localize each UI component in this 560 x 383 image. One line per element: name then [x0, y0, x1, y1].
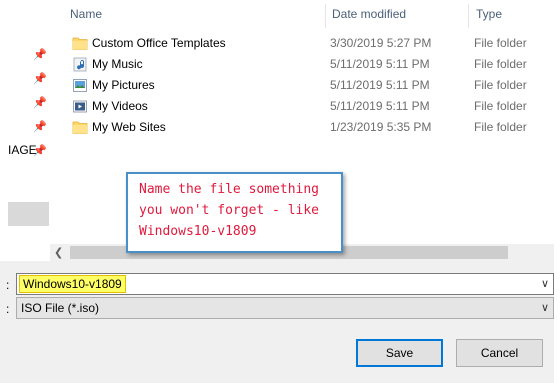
annotation-line: Windows10-v1809	[139, 224, 257, 239]
file-row[interactable]: My Videos 5/11/2019 5:11 PM File folder	[68, 96, 558, 117]
save-as-type-label: :	[6, 302, 10, 316]
file-date-modified: 3/30/2019 5:27 PM	[330, 36, 432, 50]
pin-icon[interactable]: 📌	[33, 97, 47, 109]
file-date-modified: 1/23/2019 5:35 PM	[330, 120, 432, 134]
file-date-modified: 5/11/2019 5:11 PM	[330, 57, 430, 71]
save-as-type-value[interactable]: ISO File (*.iso)	[21, 301, 99, 315]
file-row[interactable]: My Web Sites 1/23/2019 5:35 PM File folder	[68, 117, 558, 138]
file-name[interactable]: My Web Sites	[92, 120, 166, 134]
save-button[interactable]: Save	[356, 339, 443, 367]
file-row[interactable]: Custom Office Templates 3/30/2019 5:27 PM…	[68, 33, 558, 54]
file-name[interactable]: Custom Office Templates	[92, 36, 226, 50]
file-name[interactable]: My Pictures	[92, 78, 155, 92]
file-date-modified: 5/11/2019 5:11 PM	[330, 99, 430, 113]
annotation-line: you won't forget - like	[139, 203, 320, 218]
chevron-down-icon[interactable]: ∨	[541, 277, 549, 290]
column-header-type[interactable]: Type	[456, 0, 556, 28]
pictures-folder-icon	[72, 78, 88, 93]
navigation-pane: 📌 📌 📌 📌 IAGE 📌	[0, 0, 50, 244]
file-row[interactable]: My Music 5/11/2019 5:11 PM File folder	[68, 54, 558, 75]
file-name[interactable]: My Videos	[92, 99, 148, 113]
file-name-label: :	[6, 278, 10, 292]
annotation-line: Name the file something	[139, 182, 320, 197]
pin-icon[interactable]: 📌	[33, 121, 47, 133]
videos-folder-icon	[72, 99, 88, 114]
file-name[interactable]: My Music	[92, 57, 143, 71]
music-folder-icon	[72, 57, 88, 72]
file-type: File folder	[474, 36, 527, 50]
annotation-callout: Name the file something you won't forget…	[126, 172, 343, 253]
save-as-dialog: 📌 📌 📌 📌 IAGE 📌 Name Date modified Type C…	[0, 0, 560, 383]
file-type: File folder	[474, 99, 527, 113]
pin-icon[interactable]: 📌	[33, 73, 47, 85]
file-type: File folder	[474, 120, 527, 134]
pin-icon[interactable]: 📌	[33, 49, 47, 61]
file-name-value[interactable]: Windows10-v1809	[19, 275, 126, 293]
cancel-button[interactable]: Cancel	[456, 339, 543, 367]
column-header-date-modified[interactable]: Date modified	[312, 0, 452, 28]
folder-icon	[72, 120, 88, 135]
save-as-type-select[interactable]: ISO File (*.iso) ∨	[16, 297, 554, 319]
pin-icon[interactable]: 📌	[33, 145, 47, 157]
nav-item-selected[interactable]	[8, 202, 49, 226]
file-name-combobox[interactable]: Windows10-v1809 ∨	[16, 273, 554, 295]
file-row[interactable]: My Pictures 5/11/2019 5:11 PM File folder	[68, 75, 558, 96]
chevron-down-icon[interactable]: ∨	[541, 301, 549, 314]
column-header-name[interactable]: Name	[50, 0, 312, 28]
file-type: File folder	[474, 57, 527, 71]
window-edge	[554, 0, 560, 383]
file-date-modified: 5/11/2019 5:11 PM	[330, 78, 430, 92]
file-type: File folder	[474, 78, 527, 92]
folder-icon	[72, 36, 88, 51]
scroll-left-icon[interactable]: ❮	[54, 246, 63, 259]
